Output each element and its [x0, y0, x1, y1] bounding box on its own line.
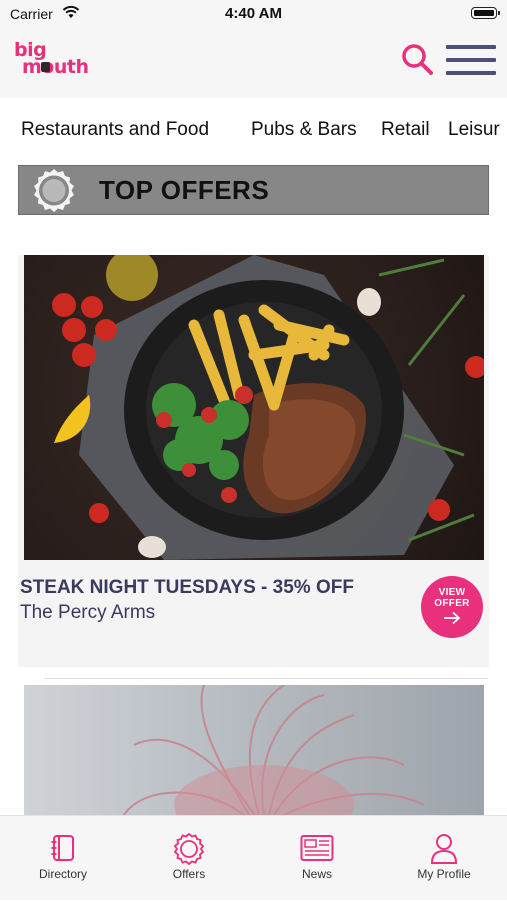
menu-line-icon [446, 71, 496, 75]
tab-label: News [301, 867, 332, 881]
battery-icon [471, 7, 500, 19]
tab-directory[interactable]: Directory [0, 816, 126, 901]
app-header: big mouth [0, 26, 507, 98]
logo-line-2-text: mouth [22, 56, 89, 78]
hamburger-menu-button[interactable] [446, 45, 496, 77]
category-retail[interactable]: Retail [381, 119, 430, 141]
category-leisure[interactable]: Leisur [448, 119, 500, 141]
badge-icon [173, 833, 205, 865]
book-icon [51, 835, 74, 861]
view-offer-label-1: VIEW [438, 587, 466, 598]
newspaper-icon [300, 835, 334, 861]
tab-news[interactable]: News [254, 816, 380, 901]
card-divider [44, 678, 488, 679]
status-time: 4:40 AM [225, 5, 282, 22]
tab-label: Directory [38, 867, 87, 881]
category-restaurants[interactable]: Restaurants and Food [21, 119, 209, 141]
food-illustration [52, 255, 484, 560]
arrow-right-icon [444, 611, 461, 625]
bottom-tab-bar: Directory Offers News My Profile [0, 815, 507, 900]
bigmouth-logo[interactable]: big mouth [14, 41, 94, 82]
tab-offers[interactable]: Offers [126, 816, 252, 901]
view-offer-button[interactable]: VIEW OFFER [421, 576, 483, 638]
offer-title: STEAK NIGHT TUESDAYS - 35% OFF [20, 577, 354, 598]
offer-card[interactable]: STEAK NIGHT TUESDAYS - 35% OFF The Percy… [18, 255, 489, 667]
section-title: TOP OFFERS [99, 175, 270, 205]
top-offers-banner: TOP OFFERS [18, 165, 489, 215]
pink-hair-illustration [123, 685, 425, 815]
category-pubs-bars[interactable]: Pubs & Bars [251, 119, 357, 141]
status-bar: Carrier 4:40 AM [0, 0, 507, 26]
tab-label: My Profile [417, 867, 471, 881]
offer-venue: The Percy Arms [20, 602, 156, 623]
view-offer-label-2: OFFER [434, 598, 470, 609]
offer-badge-icon [34, 169, 74, 212]
steak-dish-photo [24, 255, 484, 560]
logo-line-2: mouth [14, 56, 94, 78]
search-button[interactable] [398, 40, 438, 80]
category-scroller[interactable]: Restaurants and Food Pubs & Bars Retail … [0, 110, 507, 150]
tab-label: Offers [172, 867, 206, 881]
person-icon [430, 834, 458, 864]
search-icon [402, 44, 433, 75]
menu-line-icon [446, 45, 496, 49]
menu-line-icon [446, 58, 496, 62]
offer-card-2-photo[interactable] [24, 685, 484, 815]
tab-my-profile[interactable]: My Profile [381, 816, 507, 901]
